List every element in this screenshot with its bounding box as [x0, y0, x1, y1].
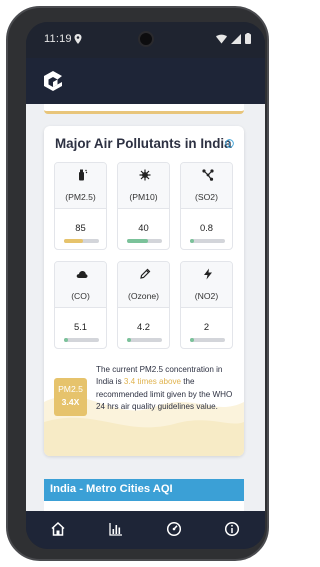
pollutant-name: (CO)	[71, 291, 90, 301]
pollutant-value: 85	[75, 222, 86, 233]
pollutant-value: 2	[203, 321, 210, 332]
pm25-note: The current PM2.5 concentration in India…	[96, 364, 238, 414]
pollutant-tile-ozone[interactable]: (Ozone) 4.2	[117, 261, 170, 349]
main-content[interactable]: Major Air Pollutants in India (PM2.5) 85…	[26, 104, 265, 511]
virus-icon	[139, 169, 151, 181]
bolt-icon	[204, 268, 212, 280]
pollutant-value: 0.8	[199, 222, 214, 233]
pm25-multiplier-badge: PM2.5 3.4X	[54, 378, 87, 416]
card-title: Major Air Pollutants in India	[55, 136, 232, 151]
info-icon[interactable]	[224, 521, 240, 537]
camera-punch-hole	[138, 31, 154, 47]
molecule-icon	[202, 169, 214, 181]
pollutant-value: 40	[138, 222, 149, 233]
pollutants-card: Major Air Pollutants in India (PM2.5) 85…	[44, 126, 244, 456]
pollutant-tile-so2[interactable]: (SO2) 0.8	[180, 162, 233, 250]
pollutant-tile-pm10[interactable]: (PM10) 40	[117, 162, 170, 250]
pollutant-level-track	[190, 338, 225, 342]
signal-icon	[231, 33, 241, 44]
app-bar	[26, 58, 265, 104]
spray-icon	[79, 169, 88, 181]
previous-card	[44, 104, 244, 114]
wifi-icon	[216, 34, 227, 43]
phone-frame: 11:19 Major Air Pollutants in India (PM2…	[6, 6, 269, 561]
metro-cities-content	[44, 501, 244, 511]
pencil-icon	[140, 268, 151, 279]
status-time: 11:19	[44, 33, 72, 45]
pollutant-level-bar	[127, 338, 132, 342]
pollutant-level-track	[127, 239, 162, 243]
section-title: India - Metro Cities AQI	[50, 483, 173, 495]
pollutant-value: 5.1	[73, 321, 88, 332]
cloud-icon	[76, 271, 88, 278]
pollutant-name: (SO2)	[195, 192, 218, 202]
battery-icon	[245, 33, 251, 44]
metro-cities-banner: India - Metro Cities AQI	[44, 479, 244, 501]
pollutant-level-track	[64, 338, 99, 342]
pollutant-tile-pm25[interactable]: (PM2.5) 85	[54, 162, 107, 250]
pollutant-name: (NO2)	[194, 291, 219, 301]
pollutant-tile-co[interactable]: (CO) 5.1	[54, 261, 107, 349]
info-icon[interactable]	[225, 139, 234, 148]
pollutant-value: 4.2	[136, 321, 151, 332]
pollutant-level-bar	[127, 239, 148, 243]
gauge-icon[interactable]	[166, 521, 182, 537]
pollutant-level-track	[127, 338, 162, 342]
pollutant-level-track	[64, 239, 99, 243]
pollutant-tile-no2[interactable]: (NO2) 2	[180, 261, 233, 349]
chart-icon[interactable]	[108, 521, 124, 537]
home-icon[interactable]	[50, 521, 66, 537]
badge-value: 3.4X	[61, 397, 80, 407]
pollutant-level-track	[190, 239, 225, 243]
note-highlight: 3.4 times above	[123, 377, 182, 387]
screen: 11:19 Major Air Pollutants in India (PM2…	[26, 22, 265, 549]
bottom-nav	[26, 511, 265, 549]
pollutant-name: (Ozone)	[127, 291, 160, 301]
status-icons	[216, 33, 251, 44]
pollutant-level-bar	[190, 239, 195, 243]
pollutant-level-bar	[64, 239, 84, 243]
pollutant-name: (PM10)	[129, 192, 158, 202]
pollutant-name: (PM2.5)	[65, 192, 96, 202]
badge-label: PM2.5	[58, 384, 83, 394]
status-bar: 11:19	[26, 22, 265, 58]
pollutant-level-bar	[64, 338, 69, 342]
pollutant-level-bar	[190, 338, 195, 342]
cube-logo-icon[interactable]	[42, 70, 64, 92]
location-icon	[74, 34, 82, 44]
